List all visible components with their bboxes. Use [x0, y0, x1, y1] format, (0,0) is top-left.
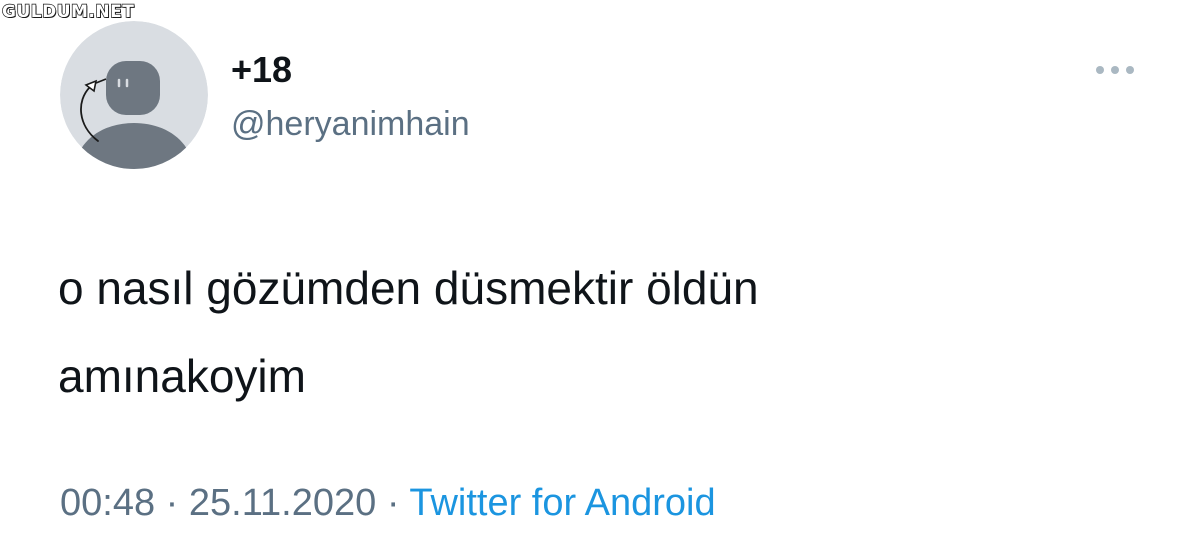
meta-separator: ·	[386, 482, 400, 524]
user-handle[interactable]: @heryanimhain	[231, 104, 470, 144]
avatar[interactable]	[60, 21, 208, 169]
tweet-date[interactable]: 25.11.2020	[189, 482, 376, 524]
tweet-text: o nasıl gözümden düsmektir öldün amınakoy…	[58, 244, 1158, 420]
tweet-text-line-2: amınakoyim	[58, 350, 306, 402]
display-name[interactable]: +18	[231, 50, 292, 90]
tweet-meta: 00:48 · 25.11.2020 · Twitter for Android	[60, 480, 716, 526]
tweet-source-link[interactable]: Twitter for Android	[409, 482, 715, 524]
more-options-icon	[1096, 66, 1134, 74]
tweet-text-line-1: o nasıl gözümden düsmektir öldün	[58, 262, 759, 314]
meta-separator: ·	[165, 482, 179, 524]
tweet-time[interactable]: 00:48	[60, 482, 155, 524]
default-avatar-icon	[60, 21, 208, 169]
site-watermark: GULDUM.NET	[1, 1, 135, 22]
more-options-button[interactable]	[1093, 60, 1137, 80]
